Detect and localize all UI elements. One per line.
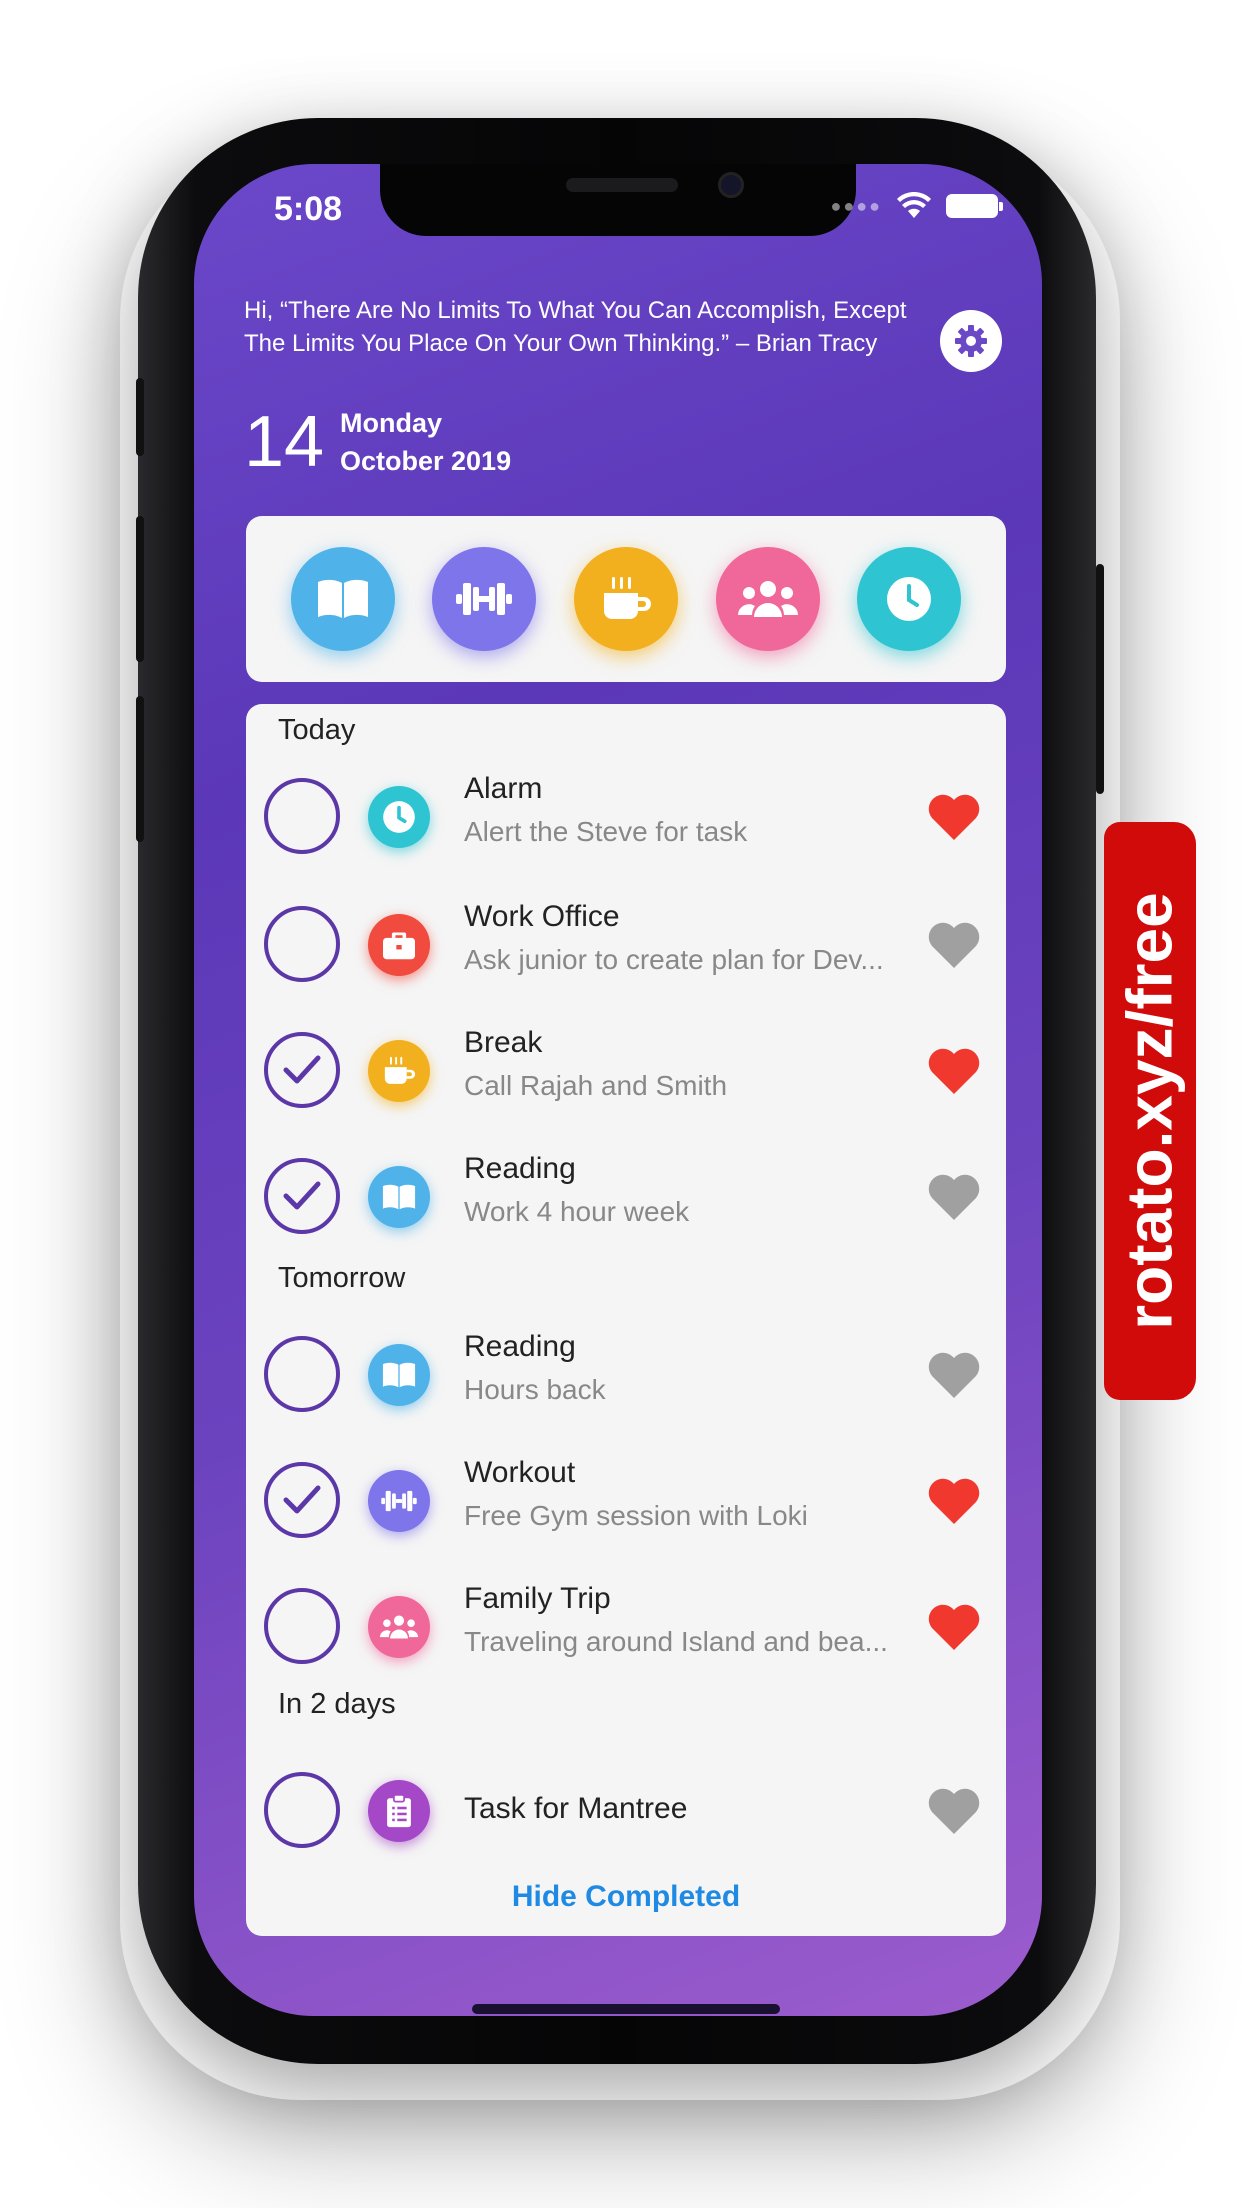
task-title: Break [464, 1026, 543, 1059]
task-subtitle: Traveling around Island and bea... [464, 1626, 888, 1657]
task-row[interactable]: Alarm Alert the Steve for task [246, 758, 1006, 878]
book-icon [368, 1344, 430, 1406]
mute-switch [136, 378, 144, 456]
task-checkbox[interactable] [264, 778, 340, 854]
book-icon [317, 579, 368, 618]
task-checkbox[interactable] [264, 1032, 340, 1108]
task-subtitle: Free Gym session with Loki [464, 1500, 808, 1531]
coffee-icon [368, 1040, 430, 1102]
wifi-icon [897, 192, 931, 218]
app-screen: 5:08 ●●●● Hi, “There Are No Limits To Wh… [194, 164, 1042, 2016]
section-tomorrow: Tomorrow [278, 1262, 406, 1294]
clock-icon [887, 577, 932, 621]
task-checkbox[interactable] [264, 1588, 340, 1664]
task-row[interactable]: Work Office Ask junior to create plan for… [246, 886, 1006, 1006]
checkmark-icon [283, 1181, 321, 1210]
settings-button[interactable] [940, 310, 1002, 372]
favorite-heart-icon[interactable] [926, 1046, 982, 1096]
category-workout-button[interactable] [432, 547, 537, 651]
task-subtitle: Ask junior to create plan for Dev... [464, 944, 884, 975]
task-row[interactable]: Reading Hours back [246, 1316, 1006, 1436]
favorite-heart-icon[interactable] [926, 1602, 982, 1652]
hide-completed-button[interactable]: Hide Completed [246, 1880, 1006, 1914]
task-checkbox[interactable] [264, 1462, 340, 1538]
category-bar [246, 516, 1006, 682]
date-weekday: Monday [340, 408, 443, 438]
favorite-heart-icon[interactable] [926, 920, 982, 970]
people-icon [368, 1596, 430, 1658]
clock-icon [368, 786, 430, 848]
people-icon [737, 581, 798, 617]
briefcase-icon [368, 914, 430, 976]
signal-icon: ●●●● [830, 195, 882, 216]
section-in-2-days: In 2 days [278, 1688, 396, 1720]
task-list: Today Tomorrow In 2 days Alarm Alert the … [246, 704, 1006, 1936]
task-subtitle: Work 4 hour week [464, 1196, 690, 1227]
category-break-button[interactable] [573, 547, 678, 651]
status-time: 5:08 [274, 190, 343, 228]
task-row[interactable]: Task for Mantree [246, 1752, 1006, 1872]
task-title: Workout [464, 1456, 576, 1489]
volume-down-button [136, 696, 144, 842]
gear-icon [955, 325, 987, 357]
favorite-heart-icon[interactable] [926, 1172, 982, 1222]
task-subtitle: Alert the Steve for task [464, 816, 748, 847]
home-indicator[interactable] [472, 2004, 780, 2014]
power-button [1096, 564, 1104, 794]
clipboard-icon [368, 1780, 430, 1842]
category-family-button[interactable] [715, 547, 820, 651]
date-day: 14 [244, 402, 325, 482]
task-subtitle: Call Rajah and Smith [464, 1070, 728, 1101]
status-indicators: ●●●● [830, 192, 1003, 220]
task-subtitle: Hours back [464, 1374, 606, 1405]
section-today: Today [278, 714, 356, 746]
task-row[interactable]: Reading Work 4 hour week [246, 1138, 1006, 1258]
favorite-heart-icon[interactable] [926, 1476, 982, 1526]
task-row[interactable]: Family Trip Traveling around Island and b… [246, 1568, 1006, 1688]
task-row[interactable]: Break Call Rajah and Smith [246, 1012, 1006, 1132]
task-checkbox[interactable] [264, 906, 340, 982]
task-checkbox[interactable] [264, 1336, 340, 1412]
date-month-year: October 2019 [340, 446, 512, 476]
notch [380, 164, 856, 236]
checkmark-icon [283, 1485, 321, 1514]
favorite-heart-icon[interactable] [926, 1786, 982, 1836]
coffee-icon [603, 577, 651, 619]
task-row[interactable]: Workout Free Gym session with Loki [246, 1442, 1006, 1562]
category-reading-button[interactable] [290, 547, 395, 651]
task-title: Family Trip [464, 1582, 611, 1615]
volume-up-button [136, 516, 144, 662]
front-camera [718, 172, 744, 198]
favorite-heart-icon[interactable] [926, 792, 982, 842]
dumbbell-icon [368, 1470, 430, 1532]
speaker [566, 178, 678, 192]
task-title: Reading [464, 1330, 576, 1363]
motivational-quote: Hi, “There Are No Limits To What You Can… [244, 297, 907, 357]
book-icon [368, 1166, 430, 1228]
checkmark-icon [283, 1055, 321, 1084]
battery-icon [946, 194, 1003, 218]
task-checkbox[interactable] [264, 1158, 340, 1234]
task-title: Reading [464, 1152, 576, 1185]
task-checkbox[interactable] [264, 1772, 340, 1848]
watermark-text: rotato.xyz/free [1114, 892, 1186, 1330]
category-alarm-button[interactable] [857, 547, 962, 651]
task-title: Work Office [464, 900, 620, 933]
favorite-heart-icon[interactable] [926, 1350, 982, 1400]
task-title: Task for Mantree [464, 1792, 688, 1825]
task-title: Alarm [464, 772, 543, 805]
dumbbell-icon [456, 583, 513, 615]
watermark-badge: rotato.xyz/free [1104, 822, 1196, 1400]
